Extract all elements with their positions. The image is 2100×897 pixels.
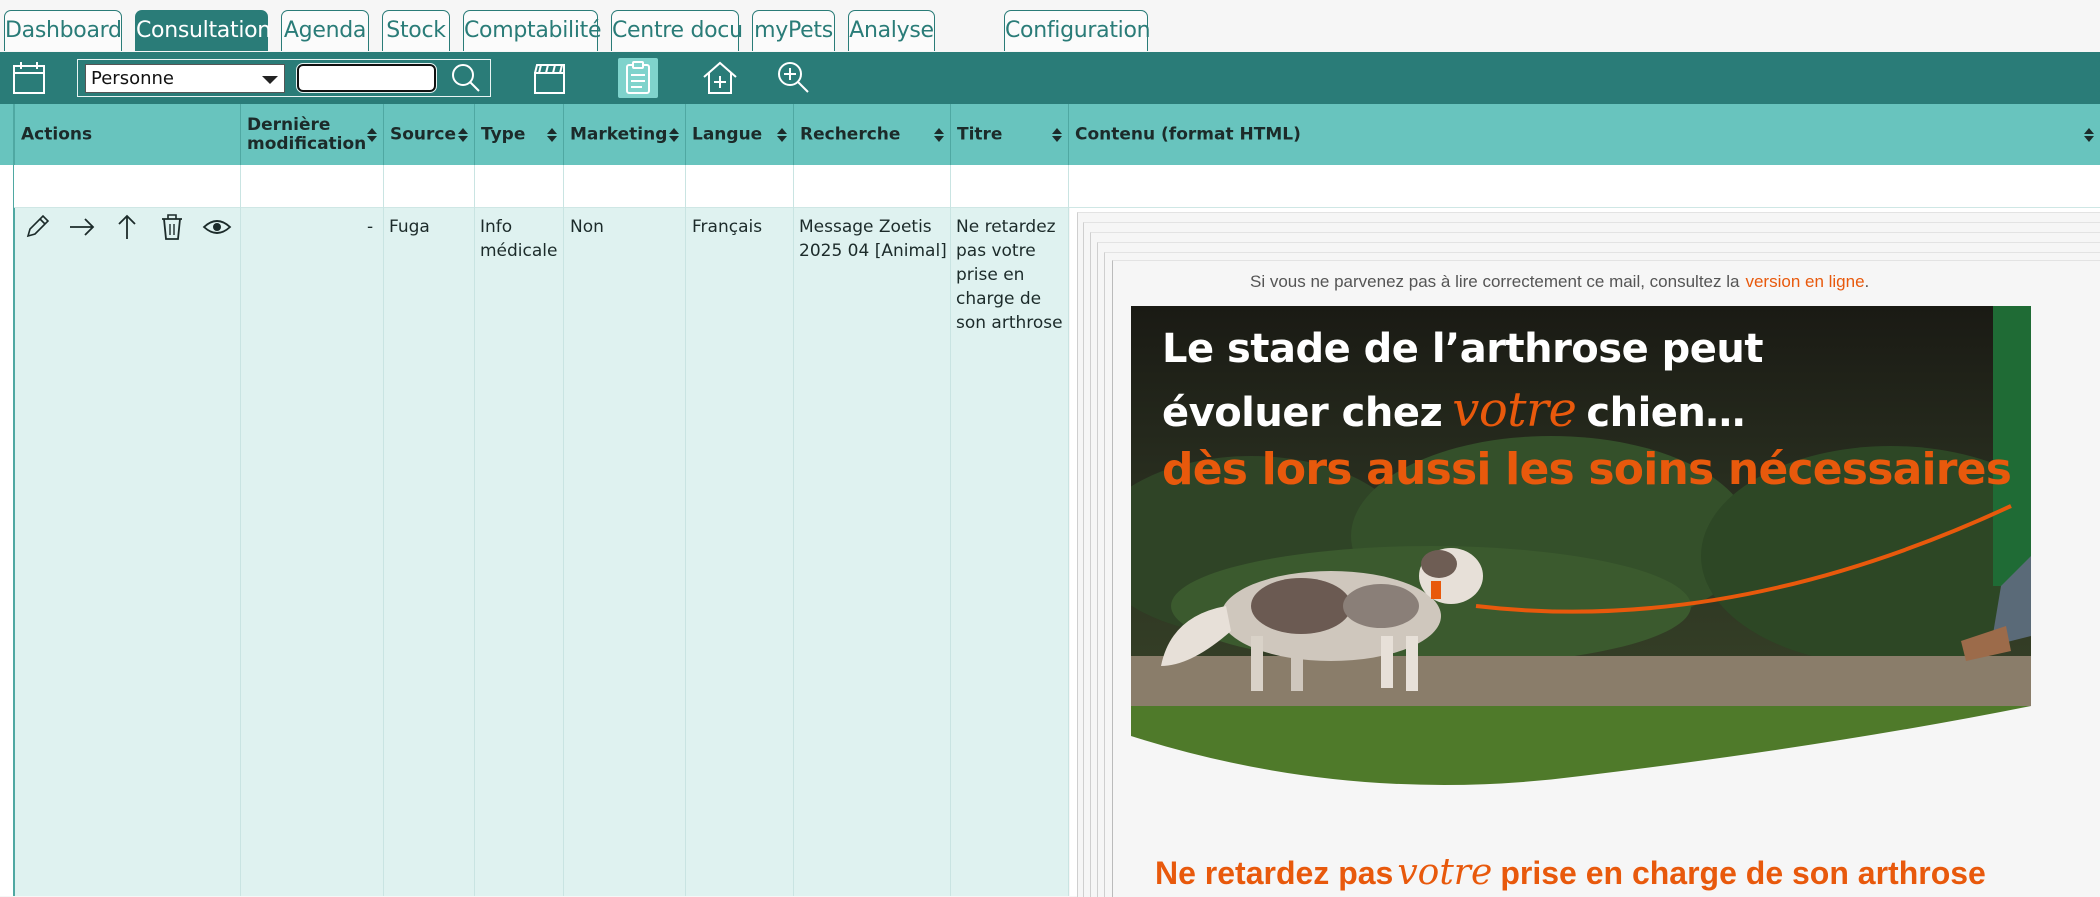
section-title-pre: Ne retardez pas: [1155, 855, 1394, 891]
sort-icon[interactable]: [547, 128, 557, 142]
search-type-value: Personne: [91, 68, 174, 89]
online-notice-text: Si vous ne parvenez pas à lire correctem…: [1250, 272, 1740, 291]
column-divider: [240, 165, 241, 896]
col-actions: Actions: [15, 104, 241, 165]
headline-line2-script: votre: [1452, 382, 1577, 438]
banner-headline-line3: dès lors aussi les soins nécessaires: [1162, 444, 2012, 495]
calendar-icon[interactable]: [9, 58, 49, 98]
table-left-margin: [0, 104, 14, 896]
filter-row[interactable]: [14, 165, 2100, 208]
cell-type: Info médicale: [480, 217, 558, 261]
table-row[interactable]: [15, 208, 1068, 896]
toolbar: Personne: [0, 52, 2100, 104]
cell-titre: Ne retardez pas votre prise en charge de…: [956, 217, 1063, 333]
arrow-right-icon[interactable]: [67, 212, 97, 242]
tab-comptabilite[interactable]: Comptabilité: [463, 10, 601, 51]
col-contenu[interactable]: Contenu (format HTML): [1069, 104, 2100, 165]
home-add-icon[interactable]: [700, 58, 740, 98]
tab-centre-docu[interactable]: Centre docu: [611, 10, 743, 51]
clapperboard-icon[interactable]: [529, 58, 569, 98]
cell-langue: Français: [692, 217, 763, 237]
column-divider: [685, 165, 686, 896]
sort-icon[interactable]: [367, 128, 377, 142]
email-banner-image: [1131, 306, 2031, 806]
sort-icon[interactable]: [934, 128, 944, 142]
col-marketing[interactable]: Marketing: [564, 104, 686, 165]
headline-line2-pre: évoluer chez: [1162, 390, 1443, 436]
tab-configuration[interactable]: Configuration: [1004, 10, 1151, 51]
cell-recherche: Message Zoetis 2025 04 [Animal]: [799, 217, 947, 261]
tab-mypets[interactable]: myPets: [752, 10, 835, 51]
online-notice-suffix: .: [1864, 272, 1870, 291]
arrow-up-icon[interactable]: [112, 212, 142, 242]
cell-marketing: Non: [570, 217, 604, 237]
column-divider: [1068, 165, 1069, 896]
col-recherche[interactable]: Recherche: [794, 104, 951, 165]
column-divider: [563, 165, 564, 896]
col-titre[interactable]: Titre: [951, 104, 1069, 165]
online-version-link[interactable]: version en ligne: [1745, 272, 1864, 291]
section-title-post: prise en charge de son arthrose: [1500, 855, 1986, 891]
col-type[interactable]: Type: [475, 104, 564, 165]
search-icon[interactable]: [445, 58, 485, 98]
cell-derniere-modification: -: [367, 217, 374, 237]
clipboard-icon[interactable]: [618, 58, 658, 98]
column-divider: [950, 165, 951, 896]
column-divider: [793, 165, 794, 896]
sort-icon[interactable]: [2084, 128, 2094, 142]
trash-icon[interactable]: [157, 212, 187, 242]
table-header: Actions Dernière modification Source Typ…: [0, 104, 2100, 165]
banner-headline-line2: évoluer chez votre chien…: [1162, 382, 1745, 438]
edit-icon[interactable]: [22, 212, 52, 242]
tab-consultation[interactable]: Consultation: [135, 10, 271, 51]
search-type-select[interactable]: Personne: [85, 64, 285, 93]
tab-agenda[interactable]: Agenda: [281, 10, 369, 51]
tab-dashboard[interactable]: Dashboard: [4, 10, 122, 51]
online-version-notice: Si vous ne parvenez pas à lire correctem…: [1250, 272, 1869, 292]
eye-icon[interactable]: [202, 212, 232, 242]
email-section-title: Ne retardez pas votre prise en charge de s…: [1155, 852, 1986, 893]
sort-icon[interactable]: [777, 128, 787, 142]
col-source[interactable]: Source: [384, 104, 475, 165]
sort-icon[interactable]: [1052, 128, 1062, 142]
tab-stock[interactable]: Stock: [382, 10, 450, 51]
main-tabbar: Dashboard Consultation Agenda Stock Comp…: [0, 0, 2100, 52]
sort-icon[interactable]: [669, 128, 679, 142]
search-input[interactable]: [296, 63, 437, 93]
cell-source: Fuga: [389, 217, 430, 237]
sort-icon[interactable]: [458, 128, 468, 142]
col-derniere-modification[interactable]: Dernière modification: [241, 104, 384, 165]
zoom-in-icon[interactable]: [773, 58, 813, 98]
section-title-script: votre: [1397, 852, 1493, 893]
column-divider: [383, 165, 384, 896]
tab-analyse[interactable]: Analyse: [848, 10, 935, 51]
headline-line2-post: chien…: [1586, 390, 1745, 436]
chevron-down-icon: [262, 76, 278, 84]
column-divider: [474, 165, 475, 896]
col-langue[interactable]: Langue: [686, 104, 794, 165]
banner-headline-line1: Le stade de l’arthrose peut: [1162, 326, 1764, 372]
